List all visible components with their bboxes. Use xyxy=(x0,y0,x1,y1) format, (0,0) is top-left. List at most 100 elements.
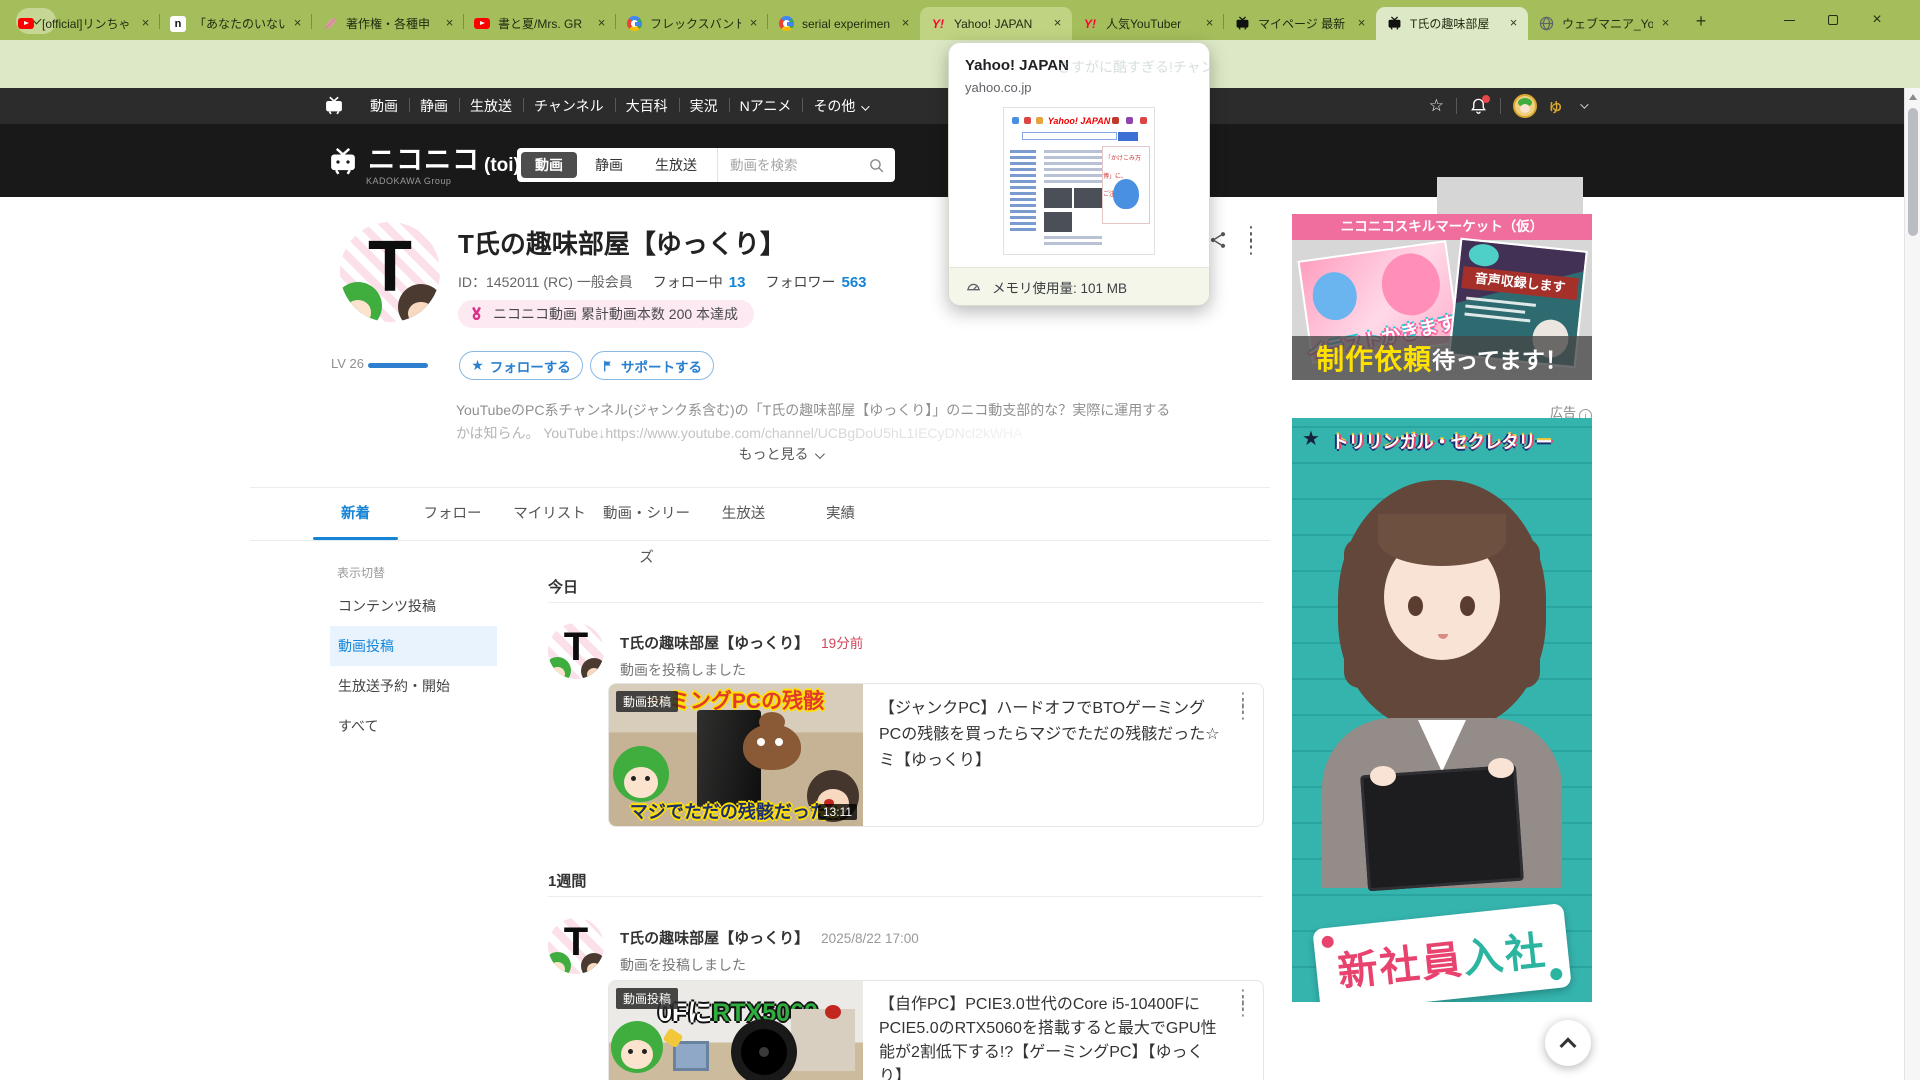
tab-live[interactable]: 生放送 xyxy=(695,492,792,540)
video-menu-kebab-icon[interactable]: ⋮⋮⋮ xyxy=(1235,696,1249,717)
search-icon[interactable] xyxy=(868,157,885,174)
browser-tab[interactable]: 人気YouTuber × xyxy=(1072,7,1224,40)
niconico-icon xyxy=(1386,16,1402,32)
show-more-button[interactable]: もっと見る xyxy=(456,444,1104,464)
nav-item-dic[interactable]: 大百科 xyxy=(615,96,679,116)
video-duration: 13:11 xyxy=(818,804,857,820)
ad-top-text: トリリンガル・セクレタリー xyxy=(1292,428,1592,453)
search-seg-seiga[interactable]: 静画 xyxy=(581,152,637,178)
video-title[interactable]: 【自作PC】PCIE3.0世代のCore i5-10400FにPCIE5.0のR… xyxy=(879,993,1221,1080)
video-thumbnail[interactable]: 動画投稿 0FにRTX5060 xyxy=(609,981,863,1080)
tab-new[interactable]: 新着 xyxy=(307,492,404,540)
tab-close-icon[interactable]: × xyxy=(897,15,914,32)
tab-title: マイページ 最新 xyxy=(1258,15,1349,32)
browser-tab[interactable]: [official]リンちゃ × xyxy=(8,7,160,40)
niconico-tv-icon[interactable] xyxy=(323,96,345,116)
nav-item-video[interactable]: 動画 xyxy=(359,96,409,116)
nav-item-other[interactable]: その他 xyxy=(802,96,878,116)
ad-header: ニコニコスキルマーケット（仮） xyxy=(1292,214,1592,240)
video-card[interactable]: 動画投稿 ーミングPCの残骸 マジでただの残骸だった☆ 13:11 【ジャンクP… xyxy=(608,683,1264,827)
tab-close-icon[interactable]: × xyxy=(1201,15,1218,32)
tab-close-icon[interactable]: × xyxy=(289,15,306,32)
tab-close-icon[interactable]: × xyxy=(137,15,154,32)
post-avatar[interactable]: T xyxy=(548,918,604,974)
post-author[interactable]: T氏の趣味部屋【ゆっくり】 xyxy=(620,927,809,948)
tab-close-icon[interactable]: × xyxy=(593,15,610,32)
browser-tab[interactable]: serial experimen × xyxy=(768,7,920,40)
niconico-logo[interactable]: ニコニコ (toi) xyxy=(326,138,520,177)
profile-menu-kebab-icon[interactable]: ⋮⋮⋮ xyxy=(1242,230,1256,251)
sidebar-item-live-schedule[interactable]: 生放送予約・開始 xyxy=(330,666,497,706)
green-character-graphic xyxy=(613,746,669,802)
follow-button[interactable]: ★ フォローする xyxy=(459,351,583,380)
window-minimize-button[interactable] xyxy=(1773,10,1805,30)
scrollbar-up-arrow[interactable] xyxy=(1909,94,1917,100)
tab-close-icon[interactable]: × xyxy=(745,15,762,32)
nav-item-live[interactable]: 生放送 xyxy=(459,96,523,116)
search-input[interactable] xyxy=(730,158,880,173)
search-seg-video[interactable]: 動画 xyxy=(521,152,577,178)
tab-close-icon[interactable]: × xyxy=(1505,15,1522,32)
browser-tab-active[interactable]: T氏の趣味部屋 × xyxy=(1376,7,1528,40)
nav-item-jikkyo[interactable]: 実況 xyxy=(679,96,729,116)
browser-tab[interactable]: 「あなたのいない × xyxy=(160,7,312,40)
browser-tab[interactable]: フレックスバンド - × xyxy=(616,7,768,40)
new-tab-button[interactable]: + xyxy=(1688,8,1714,34)
profile-avatar[interactable]: T xyxy=(340,222,440,322)
achievement-badge[interactable]: ニコニコ動画 累計動画本数 200 本達成 xyxy=(458,300,754,328)
window-close-button[interactable]: × xyxy=(1861,10,1893,30)
share-icon[interactable] xyxy=(1208,230,1228,250)
google-icon xyxy=(626,16,642,32)
level-label: LV 26 xyxy=(331,356,364,371)
memory-gauge-icon xyxy=(965,278,982,295)
tab-mylist[interactable]: マイリスト xyxy=(501,492,598,540)
post-author[interactable]: T氏の趣味部屋【ゆっくり】 xyxy=(620,632,809,653)
window-maximize-button[interactable] xyxy=(1817,10,1849,30)
tab-follow[interactable]: フォロー xyxy=(404,492,501,540)
video-menu-kebab-icon[interactable]: ⋮⋮⋮ xyxy=(1235,993,1249,1014)
browser-tab[interactable]: 書と夏/Mrs. GR × xyxy=(464,7,616,40)
following-count[interactable]: 13 xyxy=(729,274,746,291)
support-button[interactable]: サポートする xyxy=(590,351,714,380)
nav-item-channel[interactable]: チャンネル xyxy=(523,96,615,116)
secretary-ad[interactable]: ★ トリリンガル・セクレタリー 新社員入社 xyxy=(1292,418,1592,1002)
notification-bell-icon[interactable] xyxy=(1469,97,1488,116)
page-scrollbar[interactable] xyxy=(1904,88,1920,1080)
tab-title: 著作権・各種申 xyxy=(346,15,437,32)
chevron-down-icon[interactable] xyxy=(1580,100,1588,108)
kadokawa-group-label: KADOKAWA Group xyxy=(366,176,451,186)
user-avatar[interactable] xyxy=(1513,94,1537,118)
sidebar-item-video-posts[interactable]: 動画投稿 xyxy=(330,626,497,666)
nav-star-icon[interactable]: ☆ xyxy=(1429,96,1444,116)
video-title[interactable]: 【ジャンクPC】ハードオフでBTOゲーミングPCの残骸を買ったらマジでただの残骸… xyxy=(879,696,1221,774)
tab-close-icon[interactable]: × xyxy=(1657,15,1674,32)
browser-tab[interactable]: 著作権・各種申 × xyxy=(312,7,464,40)
followers-label[interactable]: フォロワー xyxy=(765,272,835,292)
sidebar-item-all[interactable]: すべて xyxy=(330,706,497,746)
search-seg-live[interactable]: 生放送 xyxy=(641,152,711,178)
tab-series[interactable]: 動画・シリーズ xyxy=(598,492,695,540)
nav-item-seiga[interactable]: 静画 xyxy=(409,96,459,116)
post-avatar[interactable]: T xyxy=(548,623,604,679)
browser-tab[interactable]: マイページ 最新 × xyxy=(1224,7,1376,40)
nav-item-nanime[interactable]: Nアニメ xyxy=(729,96,803,116)
following-label[interactable]: フォロー中 xyxy=(653,272,723,292)
scroll-to-top-button[interactable] xyxy=(1545,1020,1591,1066)
scrollbar-thumb[interactable] xyxy=(1908,108,1918,236)
browser-tab[interactable]: ウェブマニア_You × xyxy=(1528,7,1680,40)
browser-tab-hovered[interactable]: Yahoo! JAPAN × xyxy=(920,7,1072,40)
google-icon xyxy=(778,16,794,32)
sidebar-item-content-posts[interactable]: コンテンツ投稿 xyxy=(330,586,497,626)
character-hand xyxy=(1488,758,1514,778)
followers-count[interactable]: 563 xyxy=(841,274,866,291)
tab-close-icon[interactable]: × xyxy=(441,15,458,32)
tab-title: serial experimen xyxy=(802,17,893,31)
tab-close-icon[interactable]: × xyxy=(1353,15,1370,32)
skill-market-ad[interactable]: ニコニコスキルマーケット（仮） イラストかきます! 音声収録します 制作依頼待っ… xyxy=(1292,214,1592,380)
video-thumbnail[interactable]: 動画投稿 ーミングPCの残骸 マジでただの残骸だった☆ 13:11 xyxy=(609,684,863,826)
video-post-label: 動画投稿 xyxy=(616,691,678,712)
avatar-brown-character xyxy=(581,953,604,974)
tab-close-icon[interactable]: × xyxy=(1049,15,1066,32)
video-card[interactable]: 動画投稿 0FにRTX5060 【自作PC】PCIE3.0世代のCore i5-… xyxy=(608,980,1264,1080)
tab-achievements[interactable]: 実績 xyxy=(792,492,889,540)
